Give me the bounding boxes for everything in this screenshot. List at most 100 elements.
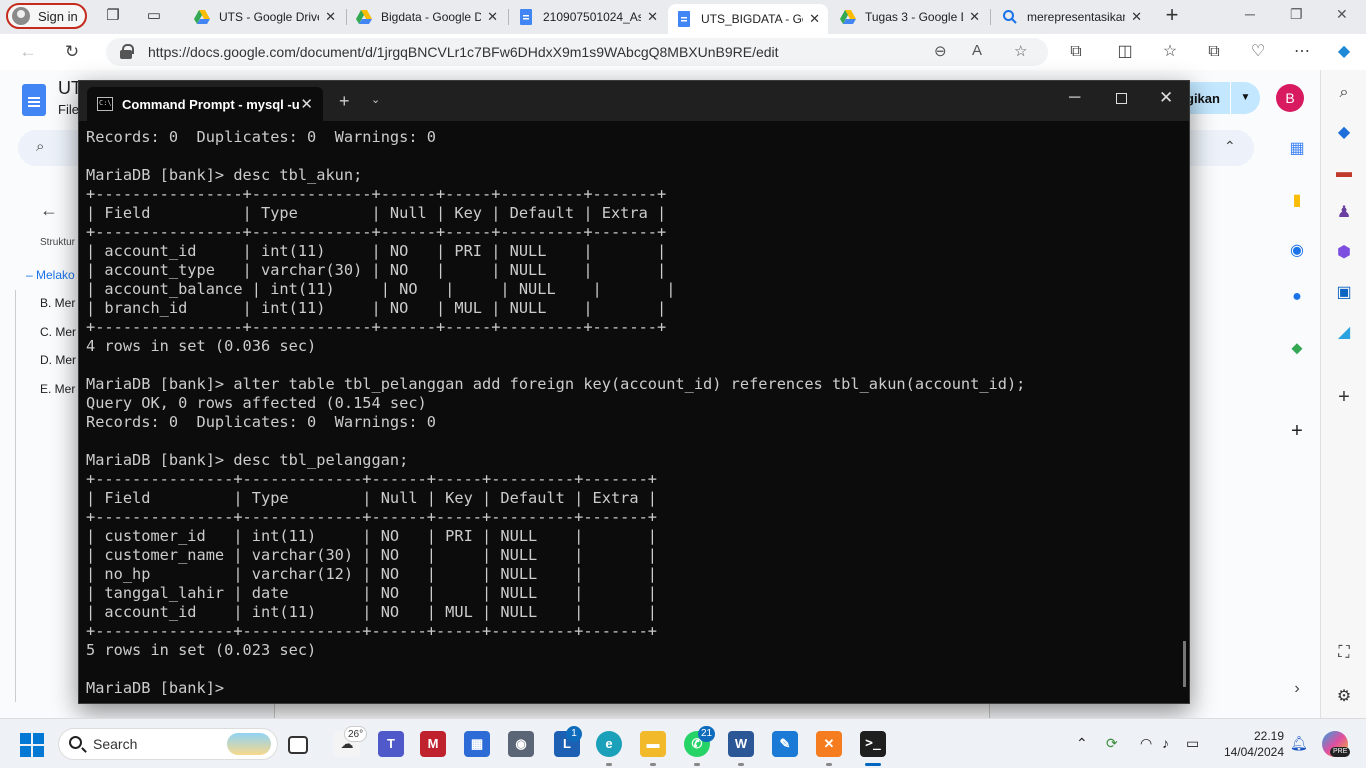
paint-icon[interactable]: ✎	[772, 731, 798, 757]
terminal-scrollbar[interactable]	[1183, 641, 1186, 687]
new-terminal-tab-icon[interactable]: +	[339, 91, 350, 112]
word-icon[interactable]: W	[728, 731, 754, 757]
terminal-window[interactable]: C:\ Command Prompt - mysql -u ✕ + ⌄ ─ ✕ …	[78, 80, 1190, 704]
terminal-line: +---------------+-------------+------+--…	[86, 622, 657, 640]
mcafee-icon[interactable]: M	[420, 731, 446, 757]
clock-time: 22.19	[1253, 729, 1284, 743]
task-view-icon[interactable]	[288, 736, 308, 754]
tab-uts-drive[interactable]: UTS - Google Drive ✕	[186, 2, 344, 32]
share-dropdown-icon[interactable]: ▼	[1230, 82, 1260, 114]
docs-logo-icon[interactable]	[22, 84, 46, 116]
terminal-prompt-line[interactable]: MariaDB [bank]>	[86, 679, 1176, 698]
terminal-output[interactable]: Records: 0 Duplicates: 0 Warnings: 0 Mar…	[86, 128, 1176, 702]
address-bar[interactable]: https://docs.google.com/document/d/1jrgq…	[106, 38, 1048, 66]
tab-tugas3-drive[interactable]: Tugas 3 - Google Drive ✕	[832, 2, 988, 32]
more-menu-icon[interactable]: ⋯	[1292, 42, 1312, 62]
menu-search-icon[interactable]: ⌕	[36, 138, 44, 155]
sign-in-button[interactable]: Sign in	[6, 3, 87, 29]
close-tab-icon[interactable]: ✕	[969, 9, 980, 25]
favorites-icon[interactable]: ☆	[1160, 42, 1180, 62]
close-tab-icon[interactable]: ✕	[1131, 9, 1142, 25]
keep-icon[interactable]: ▮	[1284, 190, 1310, 210]
wifi-icon[interactable]: ◠	[1140, 735, 1152, 752]
sync-icon[interactable]: ⟳	[1106, 735, 1118, 752]
microsoft-store-icon[interactable]: ▦	[464, 731, 490, 757]
extensions-icon[interactable]: ⧉	[1066, 42, 1086, 62]
tab-asmi-doc[interactable]: 210907501024_Asmi ✕	[510, 2, 666, 32]
browser-toolbar: ← ↻ https://docs.google.com/document/d/1…	[0, 34, 1366, 70]
close-tab-icon[interactable]: ✕	[809, 11, 820, 27]
favorite-star-icon[interactable]: ☆	[1014, 42, 1027, 60]
drop-icon[interactable]: ◢	[1333, 322, 1355, 344]
file-explorer-icon[interactable]: ▬	[640, 731, 666, 757]
games-icon[interactable]: ♟	[1333, 202, 1355, 224]
collapse-menu-icon[interactable]: ⌃	[1224, 138, 1236, 155]
browser-essentials-icon[interactable]: ♡	[1248, 42, 1268, 62]
restore-icon[interactable]: ❐	[1290, 6, 1303, 23]
contacts-icon[interactable]: ●	[1284, 288, 1310, 308]
terminal-line: | no_hp | varchar(12) | NO | | NULL | |	[86, 565, 657, 583]
workspaces-icon[interactable]: ❐	[104, 7, 122, 25]
taskbar-clock[interactable]: 22.19 14/04/2024	[1222, 728, 1284, 760]
terminal-tab[interactable]: C:\ Command Prompt - mysql -u ✕	[87, 87, 323, 121]
close-window-icon[interactable]: ✕	[1159, 88, 1173, 108]
maximize-icon[interactable]	[1116, 93, 1127, 104]
tools-briefcase-icon[interactable]: ▬	[1333, 162, 1355, 184]
xampp-icon[interactable]: ✕	[816, 731, 842, 757]
outline-item[interactable]: C. Mer	[40, 325, 76, 339]
outline-back-arrow-icon[interactable]: ←	[40, 200, 58, 221]
close-tab-icon[interactable]: ✕	[487, 9, 498, 25]
whatsapp-badge: 21	[698, 726, 716, 742]
outline-item[interactable]: – Melako	[26, 268, 75, 282]
tab-search-merepresentasikan[interactable]: merepresentasikan ✕	[994, 2, 1150, 32]
maps-icon[interactable]: ⬥	[1284, 340, 1310, 360]
outlook-icon[interactable]: ▣	[1333, 282, 1355, 304]
terminal-line: Records: 0 Duplicates: 0 Warnings: 0	[86, 413, 436, 431]
close-window-icon[interactable]: ✕	[1336, 6, 1348, 23]
read-aloud-icon[interactable]: A	[972, 42, 982, 59]
close-tab-icon[interactable]: ✕	[325, 9, 336, 25]
close-tab-icon[interactable]: ✕	[647, 9, 658, 25]
volume-icon[interactable]: ♪	[1162, 735, 1169, 751]
screenshot-icon[interactable]: ⛶	[1333, 642, 1355, 664]
new-tab-button[interactable]: +	[1160, 4, 1184, 28]
terminal-icon[interactable]: >_	[860, 731, 886, 757]
zoom-icon[interactable]: ⊖	[934, 42, 947, 60]
command-prompt-icon: C:\	[97, 97, 113, 111]
minimize-icon[interactable]: ─	[1245, 6, 1255, 22]
sidebar-settings-gear-icon[interactable]: ⚙	[1333, 686, 1355, 708]
battery-icon[interactable]: ▭	[1186, 735, 1199, 752]
split-screen-icon[interactable]: ◫	[1115, 42, 1135, 62]
close-tab-icon[interactable]: ✕	[300, 95, 313, 113]
edge-browser-icon[interactable]: e	[596, 731, 622, 757]
add-addon-icon[interactable]: +	[1284, 420, 1310, 442]
start-button[interactable]	[20, 733, 44, 757]
copilot-icon[interactable]: ◆	[1334, 42, 1354, 62]
taskbar-search-box[interactable]: Search	[58, 728, 278, 760]
outline-item[interactable]: E. Mer	[40, 382, 75, 396]
tab-bigdata-drive[interactable]: Bigdata - Google Drive ✕	[348, 2, 506, 32]
account-avatar[interactable]: B	[1276, 84, 1304, 112]
add-sidebar-app-icon[interactable]: +	[1333, 386, 1355, 408]
outline-item[interactable]: B. Mer	[40, 296, 75, 310]
terminal-line: 4 rows in set (0.036 sec)	[86, 337, 317, 355]
tab-uts-bigdata-docs[interactable]: UTS_BIGDATA - Google Docs ✕	[668, 4, 828, 34]
minimize-icon[interactable]: ─	[1069, 89, 1080, 107]
calendar-icon[interactable]: ▦	[1284, 138, 1310, 158]
notification-bell-icon[interactable]: 🔔︎	[1290, 735, 1308, 752]
tab-actions-icon[interactable]: ▭	[145, 7, 163, 25]
tasks-icon[interactable]: ◉	[1284, 240, 1310, 260]
teams-icon[interactable]: T	[378, 731, 404, 757]
back-arrow-icon[interactable]: ←	[18, 42, 38, 62]
shopping-tag-icon[interactable]: ◆	[1333, 122, 1355, 144]
terminal-dropdown-icon[interactable]: ⌄	[371, 93, 380, 106]
file-menu[interactable]: File	[58, 102, 79, 117]
camera-icon[interactable]: ◉	[508, 731, 534, 757]
reload-icon[interactable]: ↻	[62, 42, 82, 62]
expand-panel-icon[interactable]: ›	[1284, 680, 1310, 700]
show-hidden-icons-icon[interactable]: ⌃	[1076, 735, 1088, 752]
search-icon[interactable]: ⌕	[1333, 82, 1355, 104]
collections-icon[interactable]: ⧉	[1204, 42, 1224, 62]
outline-item[interactable]: D. Mer	[40, 353, 76, 367]
microsoft-365-icon[interactable]: ⬢	[1333, 242, 1355, 264]
